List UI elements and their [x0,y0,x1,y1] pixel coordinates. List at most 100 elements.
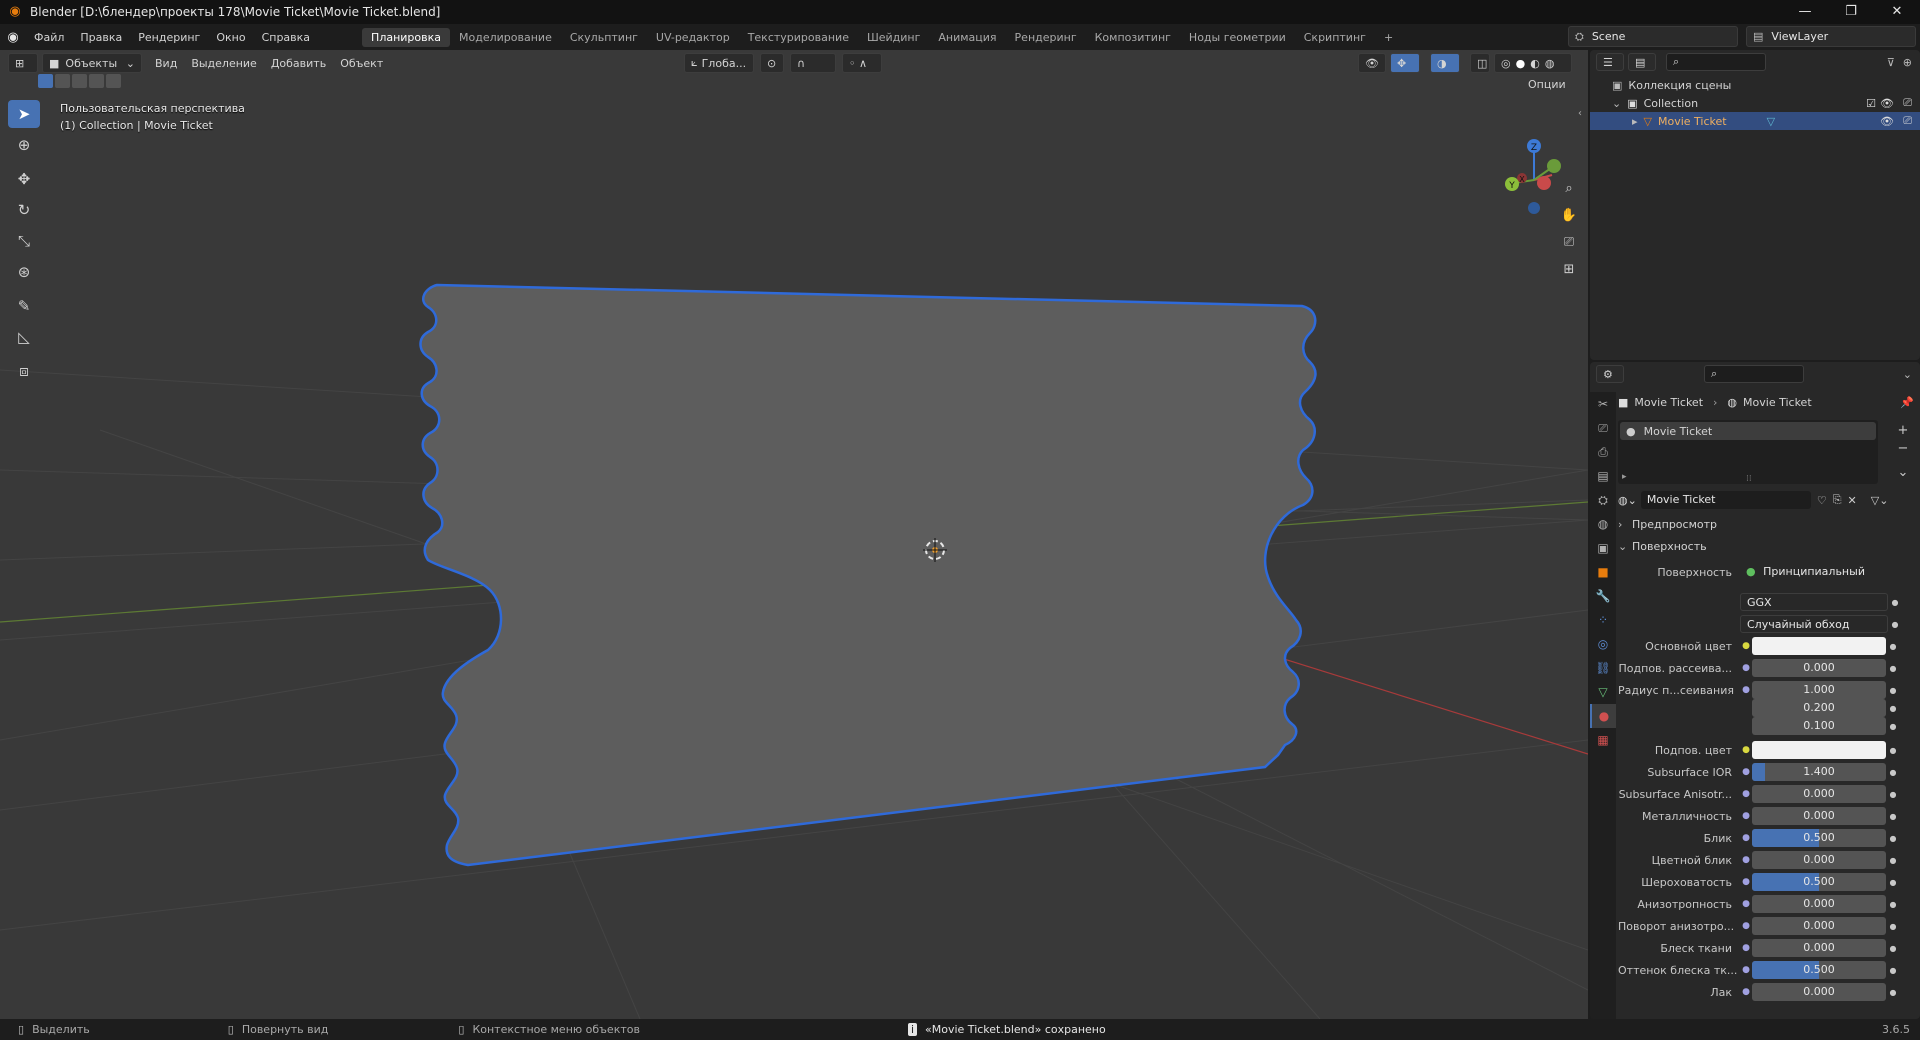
tab-rendering[interactable]: Рендеринг [1006,28,1086,47]
tab-particles[interactable]: ⁘ [1590,608,1616,632]
value-slider[interactable]: 0.000 [1752,917,1886,935]
add-cube-tool[interactable]: ⧈ [8,357,40,385]
animate-dot-icon[interactable]: ● [1886,768,1900,777]
animate-dot-icon[interactable]: ● [1886,746,1900,755]
overlays-toggle[interactable]: ◑ [1430,53,1460,73]
pin-icon[interactable]: 📌 [1900,396,1914,409]
filter-icon[interactable]: ⊽ [1887,56,1895,69]
material-slot-item[interactable]: ● Movie Ticket [1620,422,1876,440]
select-new-icon[interactable] [38,74,53,88]
checkbox-icon[interactable]: ☑ [1866,97,1876,110]
visibility-button[interactable]: 👁 [1358,53,1386,73]
snap-toggle[interactable]: ∩ [790,53,836,73]
socket-icon[interactable]: ● [1740,965,1752,975]
color-swatch[interactable] [1752,741,1886,759]
select-subtract-icon[interactable] [72,74,87,88]
socket-icon[interactable]: ● [1740,943,1752,953]
menu-object[interactable]: Объект [333,57,390,70]
tab-sculpting[interactable]: Скульптинг [561,28,647,47]
value-slider[interactable]: 0.100 [1752,717,1886,735]
value-slider[interactable]: 0.000 [1752,785,1886,803]
animate-dot-icon[interactable]: ● [1888,620,1902,629]
tab-physics[interactable]: ◎ [1590,632,1616,656]
distribution-dropdown[interactable]: GGX [1740,593,1888,611]
resize-handle-icon[interactable]: ⁞⁞ [1746,474,1752,484]
value-slider[interactable]: 0.200 [1752,699,1886,717]
annotate-tool[interactable]: ✎ [8,292,40,320]
outliner-object-movie-ticket[interactable]: ▸ ▽ Movie Ticket ▽ 👁 ⎚ [1590,112,1920,130]
rotate-tool[interactable]: ↻ [8,196,40,224]
gizmo-toggle[interactable]: ✥ [1390,53,1420,73]
menu-select[interactable]: Выделение [184,57,264,70]
select-box-tool[interactable]: ➤ [8,100,40,128]
rendered-shading-icon[interactable]: ◍ [1545,57,1555,70]
scale-tool[interactable]: ⤡ [8,227,40,255]
animate-dot-icon[interactable]: ● [1886,944,1900,953]
restore-button[interactable]: ❐ [1828,0,1874,24]
xray-toggle[interactable]: ◫ [1470,53,1490,73]
value-slider[interactable]: 0.000 [1752,807,1886,825]
menu-edit[interactable]: Правка [72,31,130,44]
menu-window[interactable]: Окно [208,31,253,44]
menu-add[interactable]: Добавить [264,57,333,70]
value-slider[interactable]: 0.500 [1752,829,1886,847]
menu-file[interactable]: Файл [26,31,72,44]
socket-icon[interactable]: ● [1740,811,1752,821]
material-browse-icon[interactable]: ◍⌄ [1618,494,1637,507]
animate-dot-icon[interactable]: ● [1886,722,1900,731]
add-slot-icon[interactable]: + [1894,422,1912,440]
duplicate-icon[interactable]: ⎘ [1833,493,1842,507]
eye-icon[interactable]: 👁 [1880,115,1894,128]
value-slider[interactable]: 0.000 [1752,851,1886,869]
tab-material[interactable]: ● [1590,704,1616,728]
chevron-down-icon[interactable]: ⌄ [1894,464,1912,482]
outliner-editor-type[interactable]: ☰ [1596,53,1624,71]
material-name-field[interactable]: Movie Ticket [1640,491,1811,509]
tab-texture-paint[interactable]: Текстурирование [739,28,858,47]
add-workspace-button[interactable]: + [1375,28,1402,47]
select-extend-icon[interactable] [55,74,70,88]
subsurface-method-dropdown[interactable]: Случайный обход [1740,615,1888,633]
material-shading-icon[interactable]: ◐ [1530,57,1540,70]
close-button[interactable]: ✕ [1874,0,1920,24]
animate-dot-icon[interactable]: ● [1886,642,1900,651]
eye-icon[interactable]: 👁 [1880,97,1894,110]
animate-dot-icon[interactable]: ● [1886,686,1900,695]
animate-dot-icon[interactable]: ● [1886,900,1900,909]
animate-dot-icon[interactable]: ● [1886,834,1900,843]
wireframe-shading-icon[interactable]: ◎ [1501,57,1511,70]
expand-arrow-icon[interactable]: ▸ [1632,115,1638,128]
outliner-collection[interactable]: ⌄ ▣ Collection ☑ 👁 ⎚ [1590,94,1920,112]
animate-dot-icon[interactable]: ● [1886,790,1900,799]
panel-surface-header[interactable]: ⌄ Поверхность [1618,536,1920,556]
value-slider[interactable]: 0.000 [1752,659,1886,677]
socket-icon[interactable]: ● [1740,921,1752,931]
minimize-button[interactable]: — [1782,0,1828,24]
tab-geometry-nodes[interactable]: Ноды геометрии [1180,28,1295,47]
tab-world[interactable]: ◍ [1590,512,1616,536]
3d-viewport[interactable]: ⊞ ■ Объекты ⌄ Вид Выделение Добавить Объ… [0,50,1588,1019]
animate-dot-icon[interactable]: ● [1886,966,1900,975]
display-mode-button[interactable]: ▤ [1628,53,1656,71]
color-swatch[interactable] [1752,637,1886,655]
socket-icon[interactable]: ● [1740,855,1752,865]
outliner-search-input[interactable]: ⌕ [1666,53,1766,71]
zoom-view-button[interactable]: ⌕ [1558,178,1580,200]
new-collection-icon[interactable]: ⊕ [1903,56,1912,69]
expand-arrow-icon[interactable]: ▸ [1622,472,1627,482]
select-intersect-icon[interactable] [106,74,121,88]
pivot-point-button[interactable]: ⊙ [760,53,784,73]
gizmo-x-axis[interactable] [1537,176,1551,190]
value-slider[interactable]: 0.000 [1752,983,1886,1001]
gizmo-neg-z-axis[interactable] [1528,202,1540,214]
animate-dot-icon[interactable]: ● [1886,856,1900,865]
animate-dot-icon[interactable]: ● [1886,664,1900,673]
blender-menu-icon[interactable]: ◉ [0,30,26,45]
link-mode-icon[interactable]: ▽⌄ [1871,494,1889,507]
animate-dot-icon[interactable]: ● [1886,988,1900,997]
expand-arrow-icon[interactable]: ⌄ [1612,97,1621,110]
outliner-scene-collection[interactable]: ▣ Коллекция сцены [1590,76,1920,94]
movie-ticket-mesh[interactable] [419,283,1317,867]
socket-icon[interactable]: ● [1740,833,1752,843]
camera-icon[interactable]: ⎚ [1903,96,1912,110]
